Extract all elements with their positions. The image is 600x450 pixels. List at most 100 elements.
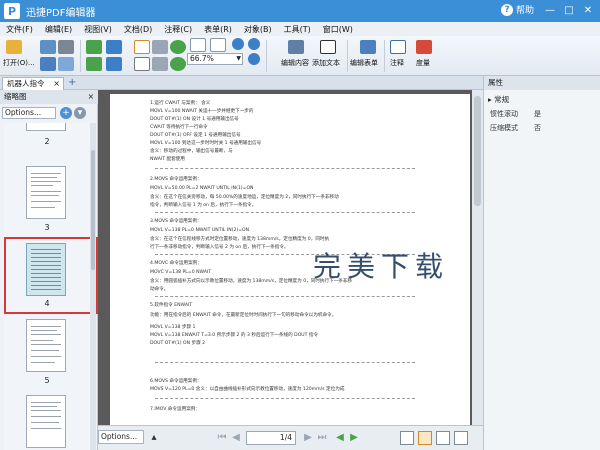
thumbnail-page-5[interactable] bbox=[26, 319, 66, 372]
facing-view-icon[interactable] bbox=[436, 431, 450, 445]
menu-file[interactable]: 文件(F) bbox=[0, 24, 39, 35]
snapshot-icon[interactable] bbox=[152, 57, 168, 71]
hand-tool-icon[interactable] bbox=[134, 40, 150, 54]
open-button-label[interactable]: 打开(O)... bbox=[3, 58, 35, 68]
properties-pane: 属性 ▸ 常规 惯性滚动 是 压缩模式 否 bbox=[483, 76, 600, 450]
chevron-down-icon: ▼ bbox=[236, 55, 241, 62]
go-forward-icon[interactable]: ▶ bbox=[348, 432, 360, 444]
go-back-icon[interactable]: ◀ bbox=[334, 432, 346, 444]
close-button[interactable]: ✕ bbox=[580, 2, 596, 18]
help-button[interactable]: ? 帮助 bbox=[500, 3, 534, 16]
edit-form-label[interactable]: 编辑表单 bbox=[350, 58, 378, 68]
zoom-plus-icon[interactable] bbox=[248, 53, 260, 65]
property-row-compress-mode[interactable]: 压缩模式 否 bbox=[490, 122, 598, 134]
single-page-view-icon[interactable] bbox=[400, 431, 414, 445]
menu-comment[interactable]: 注释(C) bbox=[158, 24, 198, 35]
measure-icon[interactable] bbox=[416, 40, 432, 54]
undo-icon[interactable] bbox=[106, 40, 122, 54]
fit-page-icon[interactable] bbox=[190, 38, 206, 52]
fit-width-icon[interactable] bbox=[210, 38, 226, 52]
edit-form-icon[interactable] bbox=[360, 40, 376, 54]
open-folder-icon[interactable] bbox=[6, 40, 22, 54]
properties-section-general[interactable]: ▸ 常规 bbox=[488, 94, 509, 105]
tab-close-icon[interactable]: × bbox=[53, 78, 60, 89]
measure-label[interactable]: 度量 bbox=[416, 58, 430, 68]
page-text-line: MOVL V=100 到达这一步时时时关 1 号通用输出信号 bbox=[150, 141, 262, 146]
view-options-select[interactable]: Options... bbox=[98, 430, 144, 444]
page-text-line: MOVL V=100 NWAIT 关运十一步并继更下一步的 bbox=[150, 109, 254, 114]
scan-icon[interactable] bbox=[58, 57, 74, 71]
forward-arrow-icon[interactable] bbox=[86, 57, 102, 71]
document-scrollbar-thumb[interactable] bbox=[474, 96, 481, 206]
property-value[interactable]: 是 bbox=[534, 108, 541, 120]
thumbnail-menu-icon[interactable]: ▾ bbox=[74, 107, 86, 119]
minimize-button[interactable]: — bbox=[542, 2, 558, 18]
property-value[interactable]: 否 bbox=[534, 122, 541, 134]
property-label: 压缩模式 bbox=[490, 124, 518, 132]
page-text-line: MOVL V=138 PL=0 NWAIT UNTIL IN(2)=ON bbox=[150, 228, 250, 233]
redo-icon[interactable] bbox=[106, 57, 122, 71]
menu-object[interactable]: 对象(B) bbox=[238, 24, 278, 35]
page-divider bbox=[155, 398, 415, 399]
zoom-in-icon[interactable] bbox=[248, 38, 260, 50]
menu-document[interactable]: 文档(D) bbox=[118, 24, 158, 35]
menu-view[interactable]: 视图(V) bbox=[78, 24, 118, 35]
property-row-inertial-scroll[interactable]: 惯性滚动 是 bbox=[490, 108, 598, 120]
page-text-line: 含义：移动的过程中，输出信号最断，与 bbox=[150, 149, 233, 154]
menu-window[interactable]: 窗口(W) bbox=[317, 24, 359, 35]
print-icon[interactable] bbox=[58, 40, 74, 54]
edit-content-label[interactable]: 编辑内容 bbox=[281, 58, 309, 68]
thumbnail-page-3[interactable] bbox=[26, 166, 66, 219]
text-select-icon[interactable] bbox=[152, 40, 168, 54]
thumbnail-add-icon[interactable]: + bbox=[60, 107, 72, 119]
thumbnail-scrollbar-thumb[interactable] bbox=[91, 150, 95, 270]
scroll-up-icon[interactable]: ▴ bbox=[148, 432, 160, 444]
thumbnail-options-select[interactable]: Options... bbox=[2, 107, 56, 119]
properties-header: 属性 bbox=[484, 76, 600, 90]
thumbnail-page-6[interactable] bbox=[26, 395, 66, 448]
page-text-line: DOUT OT#(1) ON 步骤 2 bbox=[150, 341, 206, 346]
maximize-button[interactable]: □ bbox=[561, 2, 577, 18]
last-page-icon[interactable]: ⏭ bbox=[316, 432, 328, 444]
continuous-facing-view-icon[interactable] bbox=[454, 431, 468, 445]
page-text-line: CWAIT 等待执行下一行命令 bbox=[150, 125, 208, 130]
thumbnails-title: 缩略图 bbox=[4, 92, 27, 101]
page-text-line: DOUT OT#(1) ON 设计 1 号通用输出信号 bbox=[150, 117, 239, 122]
menu-edit[interactable]: 编辑(E) bbox=[39, 24, 78, 35]
zoom-select[interactable]: 66.7% ▼ bbox=[187, 53, 243, 65]
annotate-icon[interactable] bbox=[390, 40, 406, 54]
title-bar: P 迅捷PDF编辑器 ? 帮助 — □ ✕ bbox=[0, 0, 600, 22]
select-tool-icon[interactable] bbox=[134, 57, 150, 71]
zoom-out-icon[interactable] bbox=[232, 38, 244, 50]
app-title: 迅捷PDF编辑器 bbox=[26, 7, 96, 19]
close-icon[interactable]: × bbox=[88, 90, 94, 104]
thumbnail-page-2[interactable] bbox=[26, 123, 66, 131]
document-tab[interactable]: 机器人指令 × bbox=[2, 77, 64, 90]
save-icon[interactable] bbox=[40, 40, 56, 54]
add-tab-icon[interactable]: + bbox=[68, 77, 76, 88]
annotate-label[interactable]: 注释 bbox=[390, 58, 404, 68]
page-number-input[interactable]: 1/4 bbox=[246, 431, 296, 445]
edit-content-icon[interactable] bbox=[288, 40, 304, 54]
menu-tools[interactable]: 工具(T) bbox=[278, 24, 317, 35]
page-divider bbox=[155, 212, 415, 213]
page-text-line: 功能：用在指令后的 ENWAIT 命令，在最新定位时时间执行下一句的移动命令以为… bbox=[150, 313, 337, 318]
refresh-icon[interactable] bbox=[170, 57, 186, 71]
continuous-view-icon[interactable] bbox=[418, 431, 432, 445]
page-text-line: 3.MOVS 命令运用案例： bbox=[150, 219, 202, 224]
email-icon[interactable] bbox=[40, 57, 56, 71]
document-viewport[interactable]: 1.运行 CWAIT 与案例： 含义 MOVL V=100 NWAIT 关运十一… bbox=[98, 90, 483, 425]
back-arrow-icon[interactable] bbox=[86, 40, 102, 54]
first-page-icon[interactable]: ⏮ bbox=[216, 432, 228, 444]
page-text-line: MOVC V=138 PL=0 NWAIT bbox=[150, 270, 212, 275]
page-text-line: DOUT OT#(1) OFF 设定 1 号通用输出信号 bbox=[150, 133, 241, 138]
menu-form[interactable]: 表单(R) bbox=[198, 24, 238, 35]
page-text-line: 含义：在这个在信关旁移动，每 50.00%的速度地运，定位精度为 2，同时执行下… bbox=[150, 195, 339, 200]
add-text-label[interactable]: 添加文本 bbox=[312, 58, 340, 68]
add-text-icon[interactable] bbox=[320, 40, 336, 54]
previous-page-icon[interactable]: ◀ bbox=[230, 432, 242, 444]
rotate-icon[interactable] bbox=[170, 40, 186, 54]
property-label: 惯性滚动 bbox=[490, 110, 518, 118]
page-text-line: MOVS V=120 PL=0 含义：以自由曲线插补形式向示教位置移动，速度为 … bbox=[150, 387, 345, 392]
next-page-icon[interactable]: ▶ bbox=[302, 432, 314, 444]
